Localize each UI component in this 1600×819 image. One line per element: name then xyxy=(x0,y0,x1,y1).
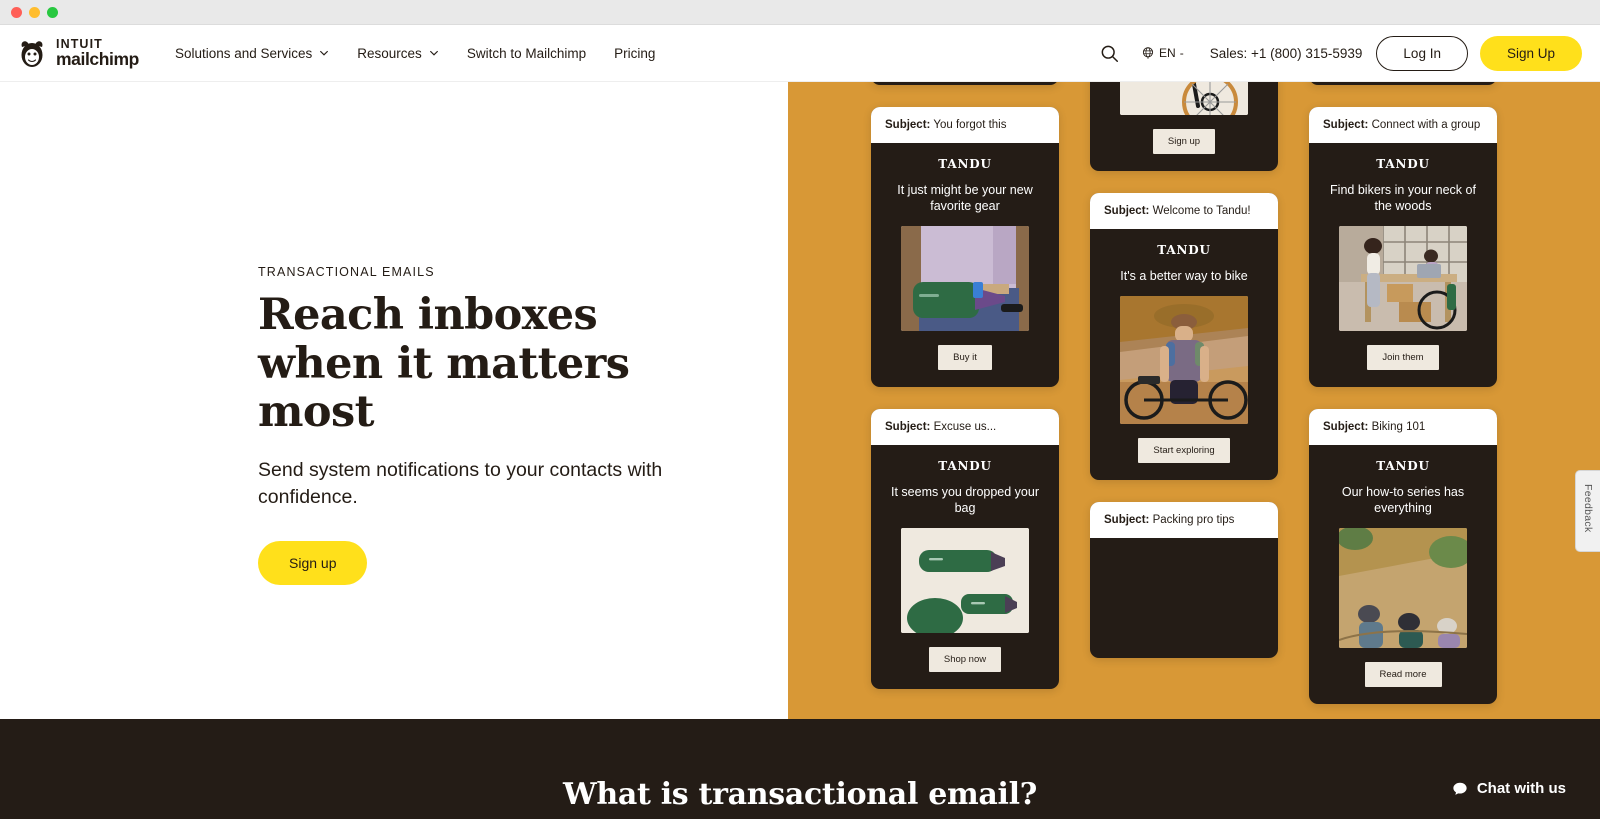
logo-mailchimp-text: mailchimp xyxy=(56,49,139,69)
language-label: EN xyxy=(1159,46,1176,60)
mailchimp-monkey-icon xyxy=(16,37,48,69)
window-close-button[interactable] xyxy=(11,6,22,18)
chat-bubble-icon xyxy=(1453,782,1467,795)
nav-item-resources[interactable]: Resources xyxy=(343,40,453,67)
email-image-cyclist-on-trail xyxy=(1120,296,1248,424)
email-column-2: way to pack xyxy=(1090,82,1278,658)
email-column-1: Oh, phew Subject: You forgot this TANDU … xyxy=(871,82,1059,689)
email-headline: It just might be your new favorite gear xyxy=(897,183,1033,213)
subject-text: You forgot this xyxy=(933,119,1007,131)
mailchimp-logo[interactable]: INTUIT mailchimp xyxy=(16,37,139,69)
chevron-down-icon xyxy=(320,50,329,56)
email-cta-button[interactable]: Sign up xyxy=(1152,129,1216,154)
page-viewport: INTUIT mailchimp Solutions and Services … xyxy=(0,25,1600,819)
feedback-tab-label: Feedback xyxy=(1582,484,1594,533)
chat-with-us-label: Chat with us xyxy=(1476,780,1566,797)
email-image-frame-bag-bicycle xyxy=(1120,82,1248,115)
email-image-bags xyxy=(901,528,1029,633)
email-cta-button[interactable]: Join them xyxy=(1367,345,1439,370)
subject-text: Biking 101 xyxy=(1371,421,1426,433)
subject-text: Welcome to Tandu! xyxy=(1152,205,1251,217)
globe-icon xyxy=(1142,47,1154,59)
email-image-three-cyclists xyxy=(1339,528,1467,648)
main-navigation: Solutions and Services Resources Switch … xyxy=(161,40,669,67)
subject-label: Subject: xyxy=(1104,514,1150,526)
email-card[interactable]: Subject: Packing pro tips xyxy=(1090,502,1278,658)
subject-label: Subject: xyxy=(1104,205,1150,217)
tandu-brand-wordmark: TANDU xyxy=(1157,243,1211,257)
window-maximize-button[interactable] xyxy=(47,6,58,18)
nav-item-pricing[interactable]: Pricing xyxy=(600,40,669,67)
site-header: INTUIT mailchimp Solutions and Services … xyxy=(0,25,1600,82)
search-button[interactable] xyxy=(1090,38,1129,69)
section-heading: What is transactional email? xyxy=(562,777,1038,812)
email-subject-line: Subject: Excuse us... xyxy=(871,409,1059,445)
subject-label: Subject: xyxy=(1323,421,1369,433)
email-card[interactable]: Subject: Biking 101 TANDU Our how-to ser… xyxy=(1309,409,1497,704)
nav-label: Solutions and Services xyxy=(174,45,313,61)
nav-item-switch-to-mailchimp[interactable]: Switch to Mailchimp xyxy=(453,40,600,67)
email-cta-button[interactable]: Start exploring xyxy=(1138,438,1230,463)
email-headline: Our how-to series has everything xyxy=(1341,485,1465,515)
email-card[interactable]: Oh, phew xyxy=(871,82,1059,85)
subject-label: Subject: xyxy=(885,119,931,131)
nav-label: Switch to Mailchimp xyxy=(466,45,587,61)
email-collage: Oh, phew Subject: You forgot this TANDU … xyxy=(788,82,1600,719)
language-selector[interactable]: EN - xyxy=(1129,40,1196,66)
header-actions: EN - Sales: +1 (800) 315-5939 Log In Sig… xyxy=(1090,35,1582,71)
nav-label: Resources xyxy=(357,45,422,61)
email-image-workshop-group xyxy=(1339,226,1467,331)
sales-phone[interactable]: Sales: +1 (800) 315-5939 xyxy=(1196,46,1377,61)
search-icon xyxy=(1101,45,1119,62)
tandu-brand-wordmark: TANDU xyxy=(938,157,992,171)
tandu-brand-wordmark: TANDU xyxy=(1376,459,1430,473)
window-minimize-button[interactable] xyxy=(29,6,40,18)
subject-label: Subject: xyxy=(1323,119,1369,131)
email-subject-line: Subject: Connect with a group xyxy=(1309,107,1497,143)
tandu-brand-wordmark: TANDU xyxy=(938,459,992,473)
nav-item-solutions-and-services[interactable]: Solutions and Services xyxy=(161,40,343,67)
email-headline: It's a better way to bike xyxy=(1120,269,1248,283)
transactional-email-section: What is transactional email? Chat with u… xyxy=(0,719,1600,819)
sign-up-button[interactable]: Sign Up xyxy=(1479,35,1582,71)
email-cta-button[interactable]: Read more xyxy=(1364,662,1442,687)
email-cta-button[interactable]: Shop now xyxy=(928,647,1002,672)
email-subject-line: Subject: Welcome to Tandu! xyxy=(1090,193,1278,229)
email-subject-line: Subject: Packing pro tips xyxy=(1090,502,1278,538)
email-card[interactable]: Subject: Excuse us... TANDU It seems you… xyxy=(871,409,1059,689)
email-card[interactable]: Subject: Connect with a group TANDU Find… xyxy=(1309,107,1497,387)
email-cta-button[interactable]: Buy it xyxy=(938,345,992,370)
email-card[interactable]: Learn more xyxy=(1309,82,1497,85)
log-in-button[interactable]: Log In xyxy=(1376,35,1468,71)
email-subject-line: Subject: You forgot this xyxy=(871,107,1059,143)
hero-copy: TRANSACTIONAL EMAILS Reach inboxes when … xyxy=(258,265,718,585)
email-column-3: Learn more Subject: Connect with a group… xyxy=(1309,82,1497,704)
subject-text: Connect with a group xyxy=(1371,119,1481,131)
email-card[interactable]: Subject: You forgot this TANDU It just m… xyxy=(871,107,1059,387)
hero-section: TRANSACTIONAL EMAILS Reach inboxes when … xyxy=(0,82,1600,719)
page-title: Reach inboxes when it matters most xyxy=(258,290,630,438)
email-image-hip-pack xyxy=(901,226,1029,331)
email-card[interactable]: Subject: Welcome to Tandu! TANDU It's a … xyxy=(1090,193,1278,480)
hero-sign-up-button[interactable]: Sign up xyxy=(258,540,368,585)
subject-text: Packing pro tips xyxy=(1152,514,1235,526)
hero-subtitle: Send system notifications to your contac… xyxy=(258,458,663,508)
email-card[interactable]: way to pack xyxy=(1090,82,1278,171)
tandu-brand-wordmark: TANDU xyxy=(1376,157,1430,171)
hero-eyebrow: TRANSACTIONAL EMAILS xyxy=(258,265,435,279)
nav-label: Pricing xyxy=(614,45,656,61)
email-subject-line: Subject: Biking 101 xyxy=(1309,409,1497,445)
email-headline: It seems you dropped your bag xyxy=(891,485,1039,515)
feedback-tab[interactable]: Feedback xyxy=(1575,470,1600,552)
chevron-down-icon xyxy=(429,50,438,56)
subject-text: Excuse us... xyxy=(933,421,997,433)
subject-label: Subject: xyxy=(885,421,931,433)
language-caret: - xyxy=(1179,46,1184,60)
email-headline: Find bikers in your neck of the woods xyxy=(1330,183,1476,213)
browser-chrome xyxy=(0,0,1600,25)
chat-with-us-button[interactable]: Chat with us xyxy=(1452,780,1566,797)
